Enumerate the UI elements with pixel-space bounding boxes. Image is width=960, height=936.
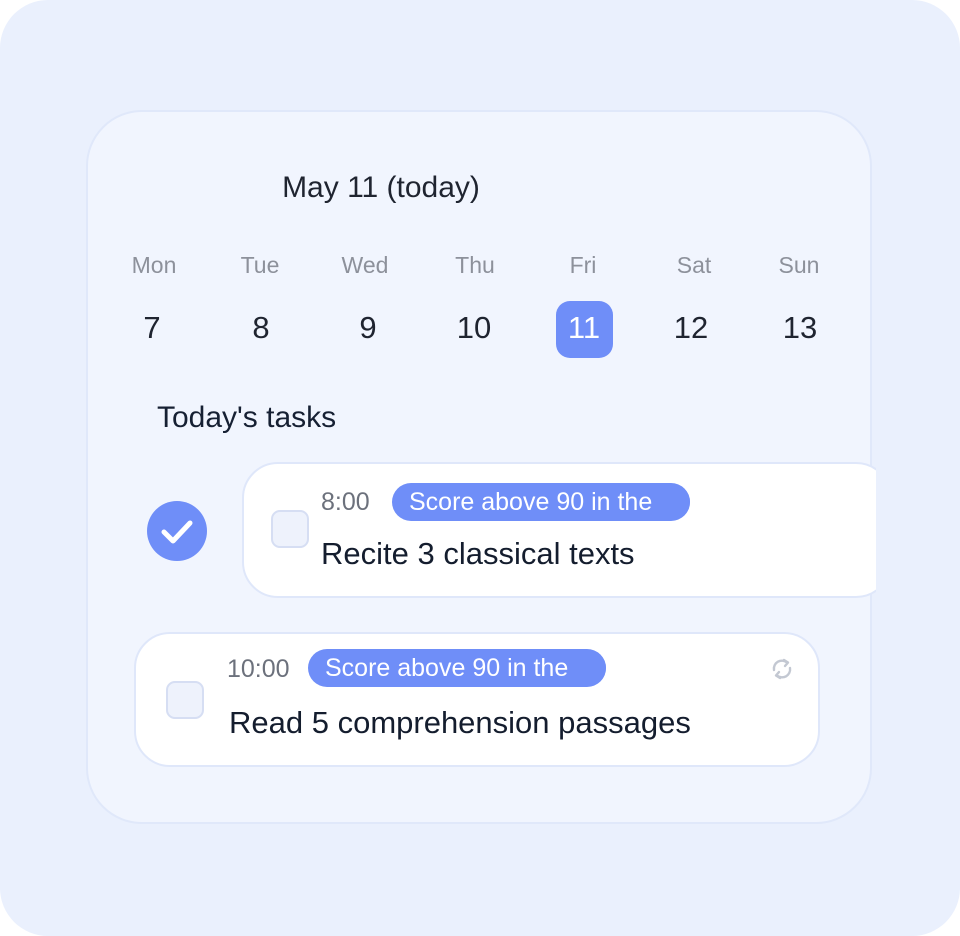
task-checkbox[interactable] <box>271 510 309 548</box>
task-goal-tag: Score above 90 in the <box>392 483 690 521</box>
task-goal-tag: Score above 90 in the <box>308 649 606 687</box>
repeat-icon[interactable] <box>768 655 796 683</box>
task-time: 10:00 <box>227 655 290 683</box>
task-time: 8:00 <box>321 488 370 516</box>
task-checkbox[interactable] <box>166 681 204 719</box>
task-title: Recite 3 classical texts <box>321 536 635 571</box>
task-list-viewport: 8:00 Score above 90 in the Recite 3 clas… <box>0 0 876 936</box>
task-title: Read 5 comprehension passages <box>229 705 691 740</box>
